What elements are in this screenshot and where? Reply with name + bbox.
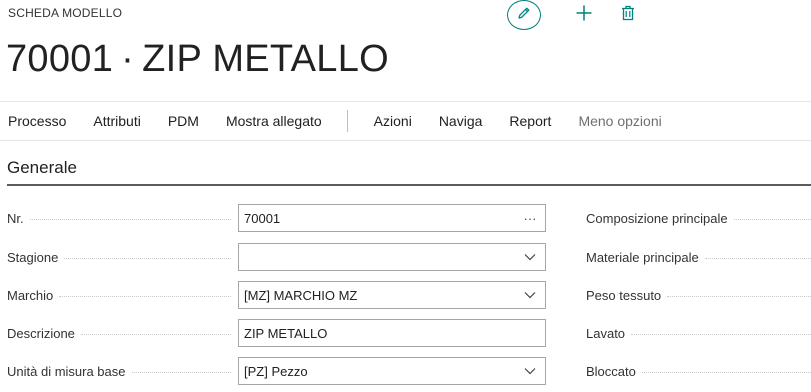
field-label-text: Peso tessuto (586, 288, 662, 303)
nr-field[interactable]: 70001 ··· (238, 204, 546, 232)
field-label-peso-tessuto: Peso tessuto (586, 288, 811, 303)
chevron-down-icon[interactable] (515, 244, 545, 270)
trash-icon (621, 5, 635, 26)
label-leader (59, 296, 231, 297)
stagione-select[interactable] (238, 243, 546, 271)
field-label-stagione: Stagione (7, 250, 231, 265)
edit-button[interactable] (507, 0, 541, 30)
label-leader (733, 219, 811, 220)
action-attributi[interactable]: Attributi (85, 113, 140, 129)
field-label-nr: Nr. (7, 211, 231, 226)
field-label-text: Lavato (586, 326, 626, 341)
field-label-text: Stagione (7, 250, 59, 265)
marchio-select[interactable]: [MZ] MARCHIO MZ (238, 281, 546, 309)
record-number: 70001 (6, 38, 114, 80)
ellipsis-icon[interactable]: ··· (515, 205, 545, 231)
label-leader (667, 296, 811, 297)
field-label-unita-misura: Unità di misura base (7, 364, 231, 379)
action-azioni[interactable]: Azioni (366, 113, 412, 129)
field-label-text: Materiale principale (586, 250, 699, 265)
field-label-text: Nr. (7, 211, 24, 226)
label-leader (29, 219, 231, 220)
descrizione-field[interactable]: ZIP METALLO (238, 319, 546, 347)
field-label-text: Marchio (7, 288, 54, 303)
action-bar: Processo Attributi PDM Mostra allegato A… (0, 101, 811, 141)
action-pdm[interactable]: PDM (160, 113, 199, 129)
field-label-bloccato: Bloccato (586, 364, 811, 379)
label-leader (631, 334, 811, 335)
chevron-down-icon[interactable] (515, 358, 545, 384)
section-title[interactable]: Generale (7, 158, 77, 178)
pencil-icon (516, 5, 532, 26)
action-report[interactable]: Report (501, 113, 551, 129)
field-value: [PZ] Pezzo (244, 363, 308, 379)
section-divider (7, 184, 811, 186)
record-name: ZIP METALLO (142, 38, 389, 80)
field-label-descrizione: Descrizione (7, 326, 231, 341)
field-label-marchio: Marchio (7, 288, 231, 303)
action-processo[interactable]: Processo (0, 113, 66, 129)
new-button[interactable] (571, 2, 597, 28)
field-label-text: Bloccato (586, 364, 636, 379)
label-leader (64, 258, 231, 259)
field-value: [MZ] MARCHIO MZ (244, 287, 358, 303)
label-leader (131, 372, 231, 373)
field-label-composizione: Composizione principale (586, 211, 811, 226)
page-caption: SCHEDA MODELLO (8, 6, 123, 20)
action-meno-opzioni[interactable]: Meno opzioni (570, 113, 661, 129)
field-label-text: Composizione principale (586, 211, 728, 226)
title-separator: · (121, 38, 135, 80)
delete-button[interactable] (617, 2, 639, 28)
field-label-lavato: Lavato (586, 326, 811, 341)
field-label-text: Descrizione (7, 326, 75, 341)
field-value: ZIP METALLO (244, 325, 328, 341)
label-leader (80, 334, 231, 335)
field-label-materiale: Materiale principale (586, 250, 811, 265)
page-title: 70001 · ZIP METALLO (6, 38, 389, 81)
chevron-down-icon[interactable] (515, 282, 545, 308)
unita-misura-select[interactable]: [PZ] Pezzo (238, 357, 546, 385)
label-leader (641, 372, 811, 373)
action-divider (346, 110, 348, 132)
header-actions (507, 0, 639, 30)
field-value: 70001 (244, 210, 281, 226)
action-mostra-allegato[interactable]: Mostra allegato (218, 113, 322, 129)
plus-icon (575, 4, 593, 27)
action-naviga[interactable]: Naviga (431, 113, 483, 129)
field-label-text: Unità di misura base (7, 364, 126, 379)
label-leader (704, 258, 811, 259)
